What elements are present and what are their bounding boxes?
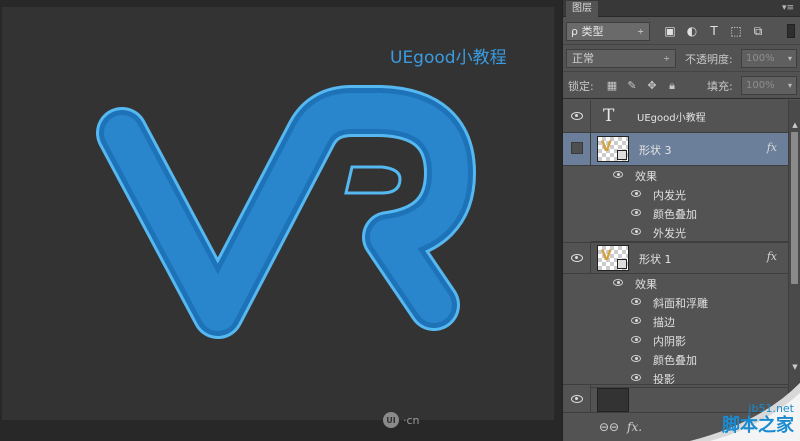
effect-eye-icon[interactable] <box>631 209 641 216</box>
filter-kind-select[interactable]: ρ 类型 ÷ <box>566 22 650 41</box>
layer-name[interactable]: UEgood小教程 <box>637 109 706 124</box>
corner-watermark-name: 脚本之家 <box>722 415 794 436</box>
filter-caret-icon: ÷ <box>637 27 644 36</box>
scroll-down-icon[interactable]: ▼ <box>789 362 800 372</box>
lock-all-icon[interactable]: 🔒︎ <box>665 79 679 93</box>
layer-thumbnail: V <box>597 136 629 162</box>
effect-eye-icon[interactable] <box>631 228 641 235</box>
add-style-icon[interactable]: fx. <box>627 420 642 434</box>
effect-eye-icon[interactable] <box>631 355 641 362</box>
effects-eye-icon[interactable] <box>613 171 623 178</box>
text-layer-icon: T <box>603 106 615 126</box>
effect-label: 斜面和浮雕 <box>653 297 708 310</box>
layers-list: T UEgood小教程 V 形状 3 fx 效果 内发光 颜色叠加 外发光 V … <box>563 100 789 412</box>
scroll-thumb[interactable] <box>791 132 798 284</box>
visibility-eye-icon[interactable] <box>571 395 583 403</box>
adjustment-filter-icon[interactable]: ◐ <box>685 23 699 39</box>
effect-label: 描边 <box>653 316 675 329</box>
fill-value: 100% <box>746 80 775 91</box>
lock-move-icon[interactable]: ✥ <box>645 79 659 93</box>
shape-thumbnail-icon: V <box>601 139 612 155</box>
tab-layers[interactable]: 图层 <box>566 1 598 17</box>
layer-name[interactable]: 形状 1 <box>639 251 672 267</box>
effect-inner-glow[interactable]: 内发光 <box>591 185 789 204</box>
shape-thumbnail-icon: V <box>601 248 612 264</box>
effect-eye-icon[interactable] <box>631 336 641 343</box>
fill-caret-icon[interactable]: ▾ <box>788 77 792 94</box>
visibility-column <box>563 133 591 165</box>
panel-tabbar: 图层 ▾≡ <box>563 0 800 17</box>
effects-group-row[interactable]: 效果 <box>591 166 789 185</box>
blend-caret-icon: ÷ <box>663 54 670 63</box>
effect-eye-icon[interactable] <box>631 298 641 305</box>
visibility-hidden-box[interactable] <box>571 142 583 154</box>
lock-label: 锁定: <box>568 80 594 93</box>
filter-toggle-switch[interactable] <box>787 24 795 38</box>
layer-row-shape-3[interactable]: V 形状 3 fx <box>563 133 789 166</box>
effect-label: 内阴影 <box>653 335 686 348</box>
vector-mask-icon <box>617 259 627 269</box>
lock-row: 锁定: ▦ ✎ ✥ 🔒︎ 填充: 100% ▾ <box>563 72 800 99</box>
effect-color-overlay[interactable]: 颜色叠加 <box>591 350 789 369</box>
document-canvas[interactable]: UEgood小教程 <box>2 7 554 420</box>
visibility-eye-icon[interactable] <box>571 112 583 120</box>
canvas-area: UEgood小教程 UI ·cn <box>0 0 562 441</box>
layers-scrollbar[interactable]: ▲ ▼ <box>788 100 800 412</box>
blend-mode-value: 正常 <box>572 52 594 65</box>
vector-mask-icon <box>617 150 627 160</box>
effect-label: 颜色叠加 <box>653 208 697 221</box>
blend-mode-select[interactable]: 正常 ÷ <box>566 49 676 68</box>
uicn-logo-icon: UI <box>383 412 399 428</box>
visibility-column <box>563 385 591 412</box>
visibility-column <box>563 100 591 132</box>
link-layers-icon[interactable]: ⊖⊖ <box>599 420 619 434</box>
background-thumbnail <box>597 388 629 412</box>
opacity-label: 不透明度: <box>685 53 733 66</box>
lock-transparency-icon[interactable]: ▦ <box>605 79 619 93</box>
effects-eye-icon[interactable] <box>613 279 623 286</box>
blend-row: 正常 ÷ 不透明度: 100% ▾ <box>563 45 800 72</box>
visibility-column <box>563 243 591 273</box>
smart-object-filter-icon[interactable]: ⧉ <box>751 23 765 39</box>
scroll-up-icon[interactable]: ▲ <box>789 120 800 130</box>
lock-brush-icon[interactable]: ✎ <box>625 79 639 93</box>
filter-kind-label: ρ 类型 <box>571 25 604 38</box>
fill-label: 填充: <box>707 80 733 93</box>
type-filter-icon[interactable]: T <box>707 23 721 39</box>
canvas-title-text: UEgood小教程 <box>390 48 507 68</box>
effect-label: 外发光 <box>653 227 686 240</box>
filter-row: ρ 类型 ÷ ▣ ◐ T ⬚ ⧉ <box>563 18 800 45</box>
layer-row-shape-1[interactable]: V 形状 1 fx <box>563 242 789 274</box>
fill-input[interactable]: 100% ▾ <box>741 76 797 95</box>
panel-menu-icon[interactable]: ▾≡ <box>782 1 794 15</box>
opacity-value: 100% <box>746 53 775 64</box>
effect-eye-icon[interactable] <box>631 190 641 197</box>
shape-filter-icon[interactable]: ⬚ <box>729 23 743 39</box>
effect-eye-icon[interactable] <box>631 374 641 381</box>
effect-label: 内发光 <box>653 189 686 202</box>
opacity-caret-icon[interactable]: ▾ <box>788 50 792 67</box>
opacity-input[interactable]: 100% ▾ <box>741 49 797 68</box>
effects-label: 效果 <box>635 278 657 291</box>
layer-row-text[interactable]: T UEgood小教程 <box>563 100 789 133</box>
pixel-filter-icon[interactable]: ▣ <box>663 23 677 39</box>
effects-label: 效果 <box>635 170 657 183</box>
uicn-watermark: UI ·cn <box>383 412 420 428</box>
effect-eye-icon[interactable] <box>631 317 641 324</box>
visibility-eye-icon[interactable] <box>571 254 583 262</box>
effect-color-overlay[interactable]: 颜色叠加 <box>591 204 789 223</box>
layers-panel: 图层 ▾≡ ρ 类型 ÷ ▣ ◐ T ⬚ ⧉ 正常 ÷ 不透明度: 100% ▾… <box>562 0 800 441</box>
fx-icon[interactable]: fx <box>767 250 777 263</box>
fx-icon[interactable]: fx <box>767 141 777 154</box>
effect-label: 颜色叠加 <box>653 354 697 367</box>
vr-logo-shape <box>96 85 476 339</box>
layer-name[interactable]: 形状 3 <box>639 142 672 158</box>
effects-group-row[interactable]: 效果 <box>591 274 789 293</box>
effect-bevel-emboss[interactable]: 斜面和浮雕 <box>591 293 789 312</box>
effect-outer-glow[interactable]: 外发光 <box>591 223 789 242</box>
effect-stroke[interactable]: 描边 <box>591 312 789 331</box>
effect-inner-shadow[interactable]: 内阴影 <box>591 331 789 350</box>
uicn-watermark-text: ·cn <box>403 413 420 427</box>
layer-thumbnail: V <box>597 245 629 271</box>
